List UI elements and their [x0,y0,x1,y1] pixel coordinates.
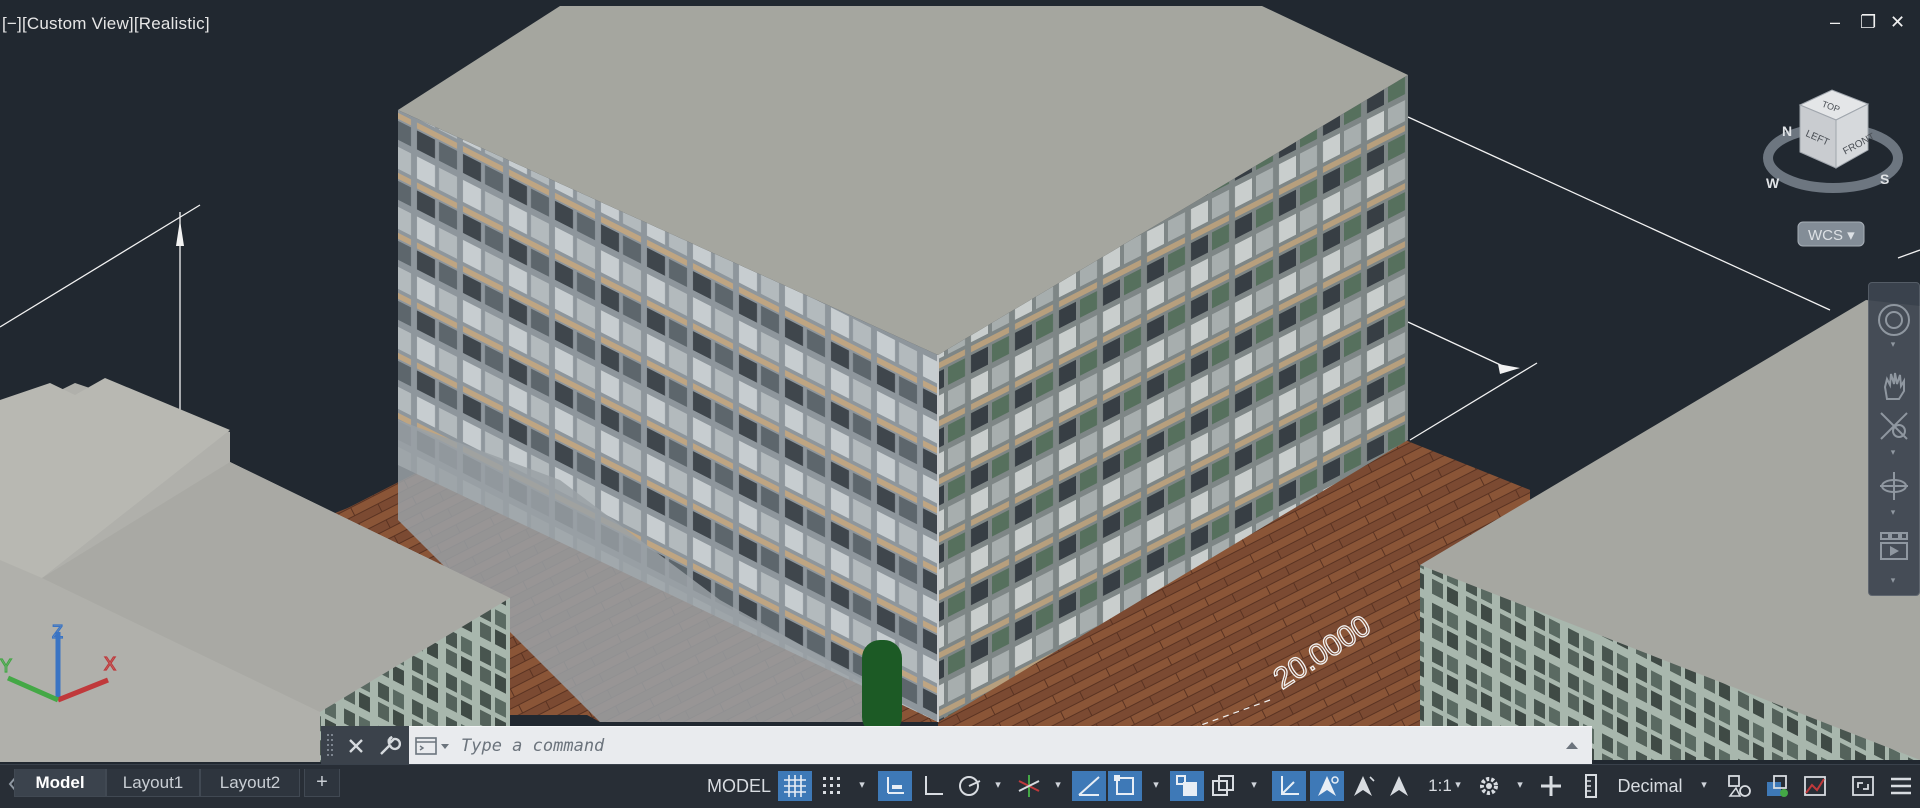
pan-hand-icon[interactable] [1877,369,1911,403]
viewport-restore-button[interactable]: ❐ [1860,12,1876,32]
selection-cycling-menu-caret[interactable]: ▾ [1248,779,1260,791]
tab-layout2[interactable]: Layout2 [200,769,300,797]
ortho-mode-icon[interactable] [916,771,950,801]
command-line [321,726,1592,765]
drawing-viewport[interactable]: 20.0000 Z X Y TOP LEFT FRONT N W S WCS ▾ [0,0,1920,808]
customization-menu-icon[interactable] [1884,771,1918,801]
snap-menu-caret[interactable]: ▾ [856,779,868,791]
dimension-arrow-right [1498,364,1520,374]
infer-constraints-icon[interactable] [878,771,912,801]
polar-tracking-icon[interactable] [952,771,986,801]
auto-scale-icon[interactable] [1346,771,1380,801]
units-value[interactable]: Decimal [1608,771,1692,801]
compass-w: W [1766,175,1780,191]
quick-properties-icon[interactable] [1722,771,1756,801]
zoom-extents-icon[interactable] [1877,409,1911,443]
tab-layout1[interactable]: Layout1 [106,769,200,797]
workspace-menu-caret[interactable]: ▾ [1514,779,1526,791]
command-input[interactable] [461,735,1541,757]
viewport-close-button[interactable]: ✕ [1890,12,1905,32]
customize-wrench-icon[interactable] [375,732,402,758]
ucs-y-label: Y [0,656,12,676]
command-input-area[interactable] [409,726,1592,765]
3d-object-snap-icon[interactable] [1170,771,1204,801]
dimension-arrow-up [176,220,184,246]
units-menu-caret[interactable]: ▾ [1698,779,1710,791]
steering-wheel-menu-caret[interactable]: ▾ [1888,340,1898,349]
add-layout-button[interactable]: + [304,769,340,797]
wcs-menu-label: WCS ▾ [1808,227,1855,244]
zoom-menu-caret[interactable]: ▾ [1888,448,1898,457]
isodraft-icon[interactable] [1012,771,1046,801]
3d-scene[interactable]: 20.0000 Z X Y TOP LEFT FRONT N W S WCS ▾ [0,0,1920,807]
close-command-line-icon[interactable] [345,732,367,758]
clean-screen-icon[interactable] [1846,771,1880,801]
orbit-menu-caret[interactable]: ▾ [1888,508,1898,517]
isolate-objects-icon[interactable] [1760,771,1794,801]
orbit-icon[interactable] [1877,469,1911,503]
viewport-minimize-button[interactable]: – [1830,12,1840,32]
showmotion-icon[interactable] [1877,529,1911,563]
annotation-scale-icon[interactable] [1382,771,1416,801]
steering-wheel-icon[interactable] [1877,303,1911,337]
model-space-toggle[interactable]: MODEL [704,771,774,801]
grid-icon[interactable] [778,771,812,801]
object-snap-menu-caret[interactable]: ▾ [1150,779,1162,791]
hardware-acceleration-icon[interactable] [1798,771,1832,801]
dynamic-ucs-icon[interactable] [1272,771,1306,801]
status-bar: Model Layout1 Layout2 + MODEL ▾ ▾ ▾ ▾ ▾ … [0,764,1920,808]
isodraft-menu-caret[interactable]: ▾ [1052,779,1064,791]
green-bollard [862,640,902,735]
snap-mode-icon[interactable] [816,771,848,801]
compass-n: N [1782,123,1792,139]
polar-menu-caret[interactable]: ▾ [992,779,1004,791]
command-history-caret-icon[interactable] [1564,738,1580,754]
viewport-controls-label[interactable]: [−][Custom View][Realistic] [2,14,210,34]
object-snap-tracking-icon[interactable] [1072,771,1106,801]
annotation-monitor-plus-icon[interactable] [1534,771,1568,801]
annotation-scale-menu-caret[interactable]: ▾ [1452,779,1464,791]
units-ruler-icon [1578,771,1604,801]
navbar-customize-caret[interactable]: ▾ [1888,576,1898,585]
wcs-menu[interactable]: WCS ▾ [1797,221,1865,247]
ucs-z-label: Z [52,622,63,642]
viewcube[interactable]: TOP LEFT FRONT N W S [1763,89,1903,193]
compass-s: S [1880,171,1889,187]
workspace-gear-icon[interactable] [1472,771,1506,801]
lineweight-icon[interactable] [1206,771,1240,801]
recent-commands-icon[interactable] [415,736,453,756]
tab-model[interactable]: Model [14,769,106,797]
ucs-x-label: X [104,654,116,674]
object-snap-icon[interactable] [1108,771,1142,801]
navigation-bar: ▾ ▾ ▾ ▾ [1868,282,1920,596]
annotation-visibility-icon[interactable] [1310,771,1344,801]
